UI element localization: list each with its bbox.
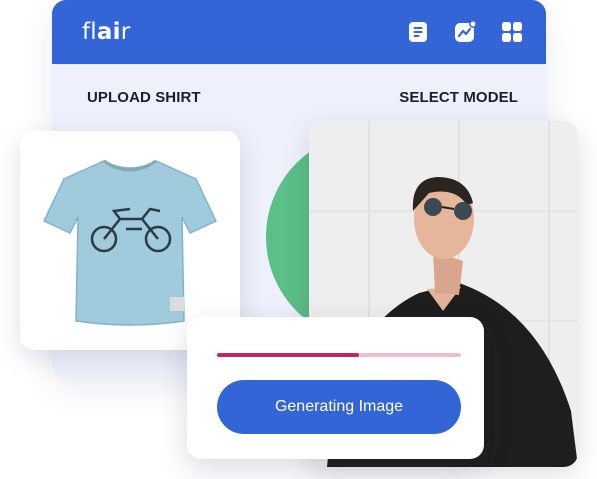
select-model-label: SELECT MODEL	[399, 89, 518, 106]
analytics-icon[interactable]	[453, 20, 477, 44]
apps-grid-icon[interactable]	[500, 20, 524, 44]
top-icons	[406, 20, 524, 44]
progress-card: Generating Image	[187, 317, 484, 459]
progress-bar-fill	[217, 353, 359, 357]
top-bar: flair	[52, 0, 546, 64]
document-icon[interactable]	[406, 20, 430, 44]
logo: flair	[82, 19, 131, 45]
progress-bar	[217, 353, 461, 357]
t-shirt-image	[42, 159, 218, 326]
generating-image-button[interactable]: Generating Image	[217, 380, 461, 434]
upload-shirt-label: UPLOAD SHIRT	[87, 89, 201, 106]
